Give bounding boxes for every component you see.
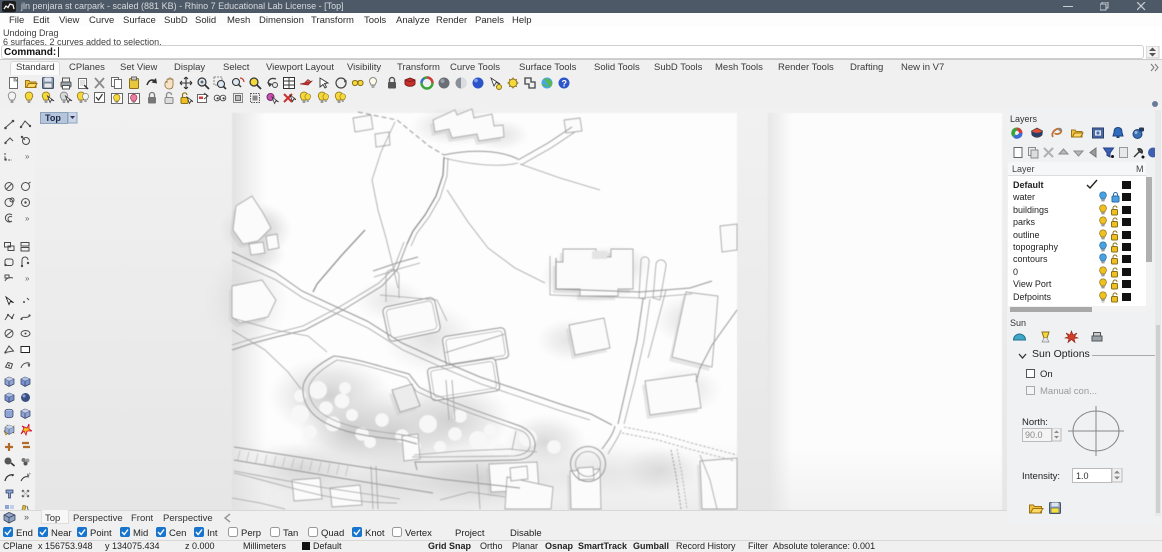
svg-text:?: ?: [562, 79, 568, 89]
